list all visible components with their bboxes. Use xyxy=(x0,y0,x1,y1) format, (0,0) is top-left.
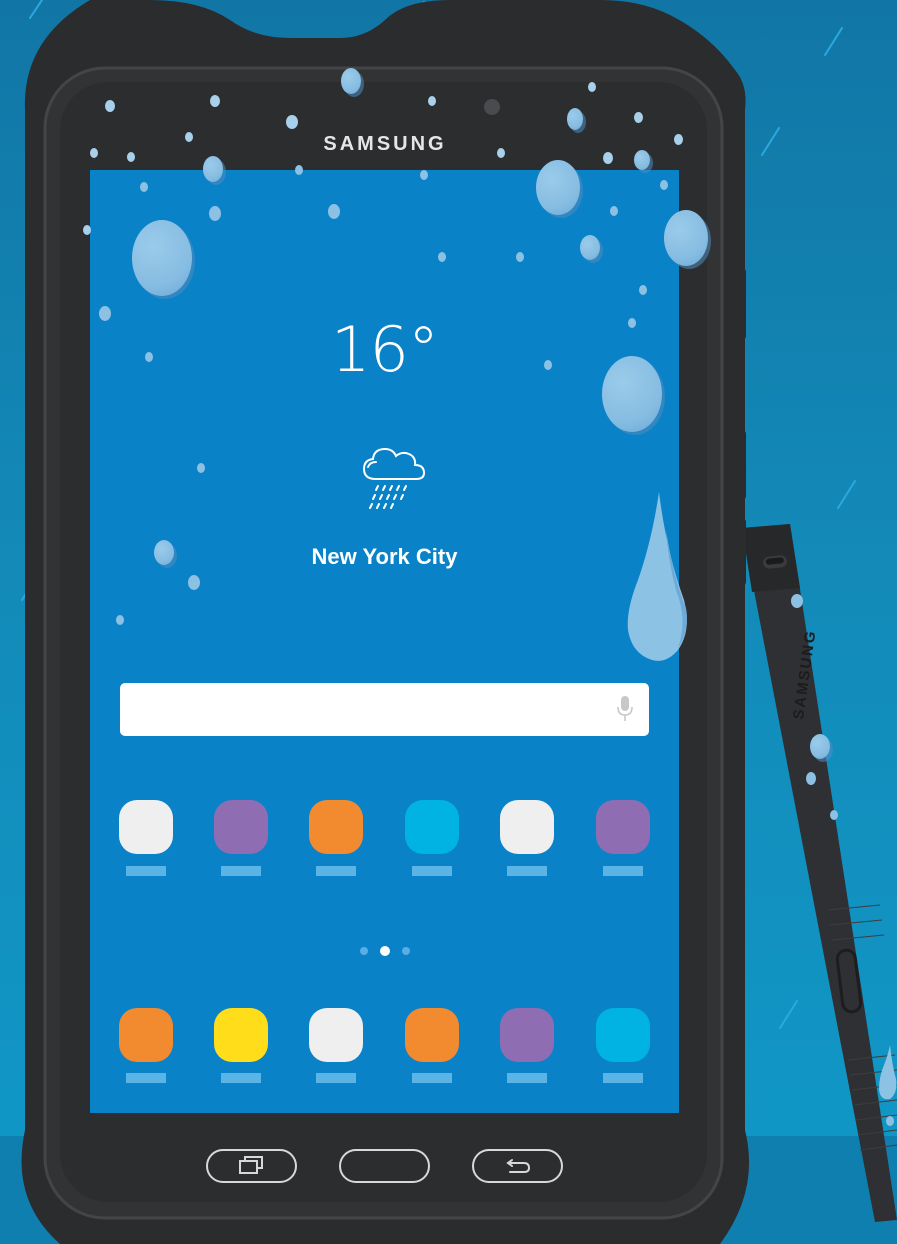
water-drop xyxy=(210,95,220,107)
cloud-rain-icon[interactable] xyxy=(358,445,430,511)
water-drop xyxy=(286,115,298,129)
app-label xyxy=(221,1073,261,1083)
dock-app-icon[interactable] xyxy=(596,1008,650,1062)
app-label xyxy=(412,866,452,876)
water-drop xyxy=(610,206,618,216)
app-icon[interactable] xyxy=(500,800,554,854)
water-drop xyxy=(516,252,524,262)
dock-app-icon[interactable] xyxy=(309,1008,363,1062)
app-label xyxy=(603,866,643,876)
water-drop xyxy=(664,210,708,266)
weather-city[interactable]: New York City xyxy=(90,542,679,572)
page-indicator-dot[interactable] xyxy=(380,946,390,956)
temperature-reading: 16° xyxy=(331,313,439,386)
water-drop xyxy=(203,156,223,182)
app-icon[interactable] xyxy=(309,800,363,854)
water-drop xyxy=(603,152,613,164)
app-label xyxy=(316,866,356,876)
water-drop xyxy=(90,148,98,158)
water-drop xyxy=(634,150,650,170)
dock-app-icon[interactable] xyxy=(214,1008,268,1062)
water-drop xyxy=(438,252,446,262)
water-drop xyxy=(197,463,205,473)
water-drop xyxy=(295,165,303,175)
search-bar[interactable] xyxy=(120,683,649,736)
teardrop xyxy=(627,492,687,661)
water-drop xyxy=(602,356,662,432)
app-label xyxy=(316,1073,356,1083)
water-drop xyxy=(105,100,115,112)
dock-app-icon[interactable] xyxy=(405,1008,459,1062)
water-drop xyxy=(544,360,552,370)
water-drop xyxy=(674,134,683,145)
water-drop xyxy=(791,594,803,608)
water-drop xyxy=(660,180,668,190)
water-drop xyxy=(810,734,830,759)
water-drop xyxy=(634,112,643,123)
water-drop xyxy=(154,540,174,565)
water-drop xyxy=(99,306,111,321)
water-drop xyxy=(806,772,816,785)
water-drop xyxy=(341,68,361,94)
water-drop xyxy=(580,235,600,260)
water-drop xyxy=(628,318,636,328)
water-drop xyxy=(536,160,580,215)
brand-logo: SAMSUNG xyxy=(323,133,446,155)
water-drop xyxy=(116,615,124,625)
water-drop xyxy=(145,352,153,362)
water-drop xyxy=(428,96,436,106)
water-drop xyxy=(132,220,192,296)
water-drop xyxy=(140,182,148,192)
app-label xyxy=(412,1073,452,1083)
water-drop xyxy=(83,225,91,235)
page-indicator-dot[interactable] xyxy=(360,947,368,955)
app-label xyxy=(603,1073,643,1083)
app-icon[interactable] xyxy=(596,800,650,854)
water-drop xyxy=(567,108,583,130)
water-drop xyxy=(886,1116,894,1126)
app-icon[interactable] xyxy=(214,800,268,854)
water-drop xyxy=(127,152,135,162)
water-drop xyxy=(830,810,838,820)
mic-icon[interactable] xyxy=(617,696,633,722)
app-label xyxy=(126,1073,166,1083)
app-icon[interactable] xyxy=(119,800,173,854)
water-drop xyxy=(588,82,596,92)
stylus: SAMSUNG xyxy=(742,524,897,1222)
app-icon[interactable] xyxy=(405,800,459,854)
dock-app-icon[interactable] xyxy=(119,1008,173,1062)
app-label xyxy=(221,866,261,876)
water-drop xyxy=(328,204,340,219)
app-label xyxy=(507,1073,547,1083)
water-drop xyxy=(188,575,200,590)
water-drop xyxy=(209,206,221,221)
water-drop xyxy=(185,132,193,142)
water-drop xyxy=(420,170,428,180)
app-label xyxy=(507,866,547,876)
teardrop xyxy=(879,1045,897,1100)
home-screen: 16° New York City xyxy=(90,170,679,1113)
dock-app-icon[interactable] xyxy=(500,1008,554,1062)
app-label xyxy=(126,866,166,876)
page-indicator-dot[interactable] xyxy=(402,947,410,955)
scene-background: SAMSUNG SAMSUNG 16° New York City xyxy=(0,0,897,1244)
front-camera-icon xyxy=(484,99,500,115)
water-drop xyxy=(639,285,647,295)
water-drop xyxy=(497,148,505,158)
